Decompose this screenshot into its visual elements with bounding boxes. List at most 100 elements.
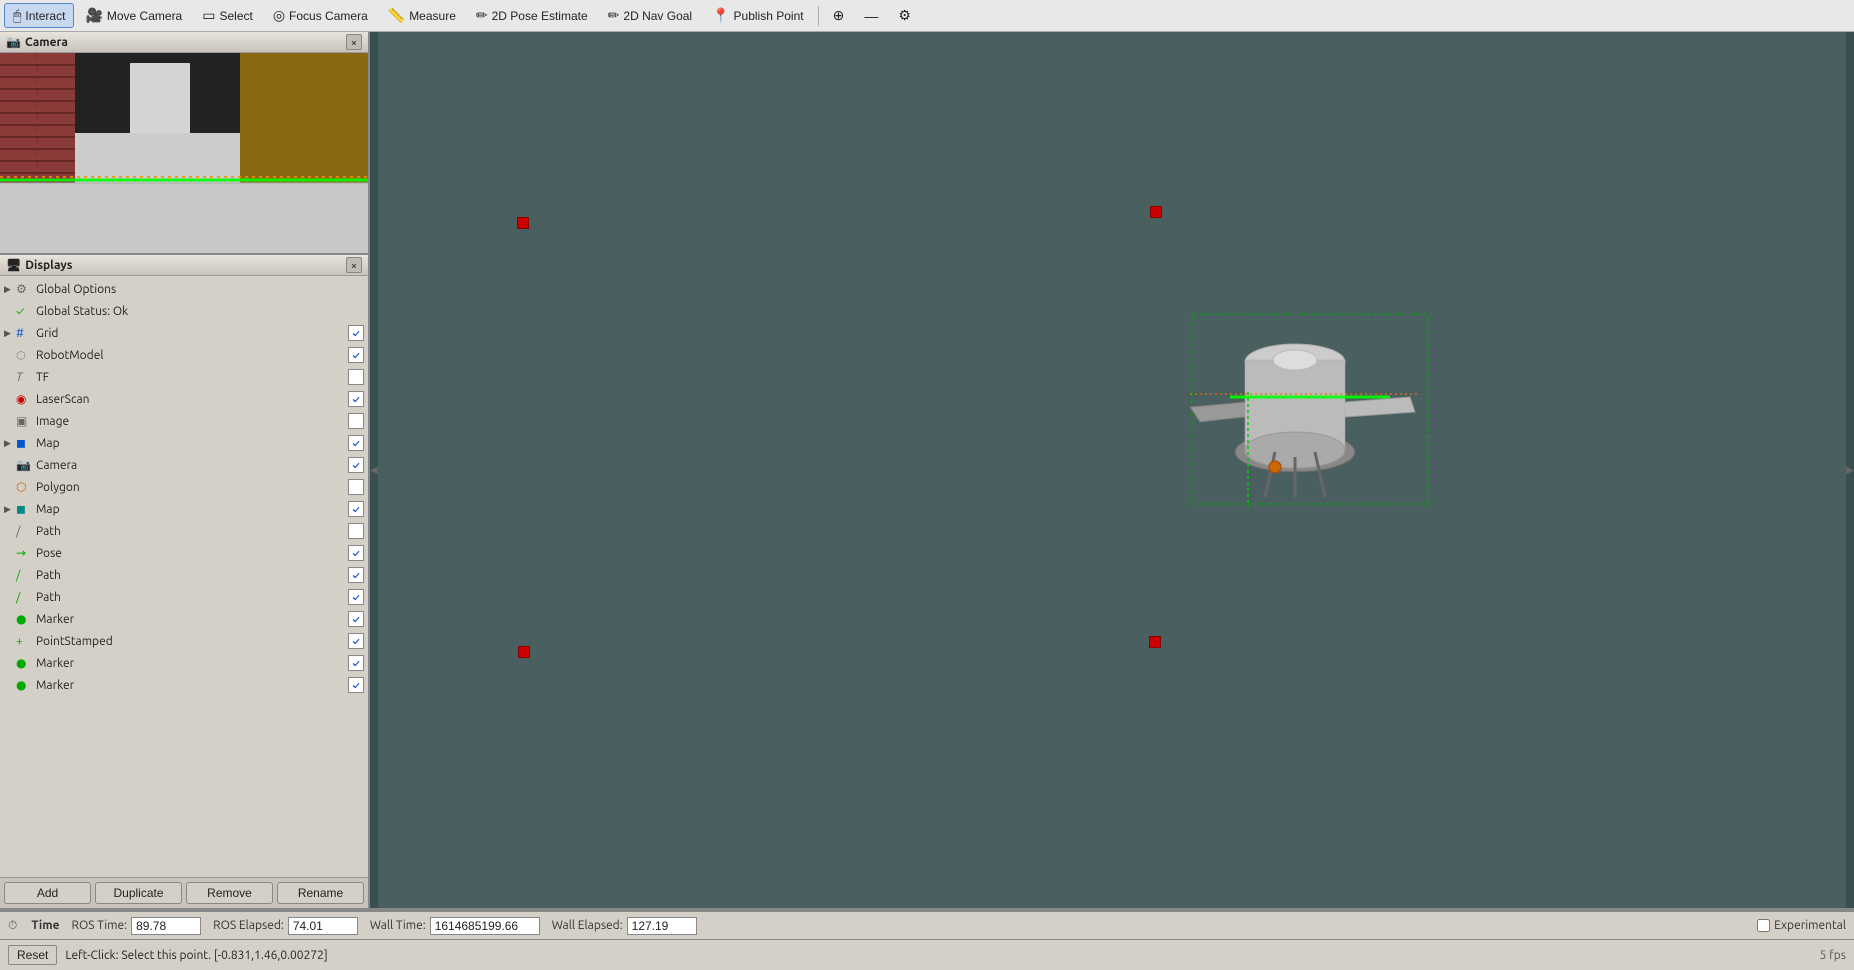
right-resize-handle[interactable]: ▶ bbox=[1846, 32, 1854, 908]
camera-display-checkbox[interactable] bbox=[348, 457, 364, 473]
display-item-global-options[interactable]: ▶ ⚙ Global Options bbox=[0, 278, 368, 300]
move-camera-button[interactable]: 🎥 Move Camera bbox=[76, 3, 191, 28]
left-resize-handle[interactable]: ◀ bbox=[370, 32, 378, 908]
time-panel-title: Time bbox=[31, 919, 59, 932]
select-button[interactable]: ▭ Select bbox=[193, 3, 262, 28]
align-button[interactable]: ⊕ bbox=[824, 3, 854, 28]
expand-arrow-laserscan bbox=[4, 394, 16, 404]
wall-elapsed-group: Wall Elapsed: bbox=[552, 917, 697, 935]
displays-list[interactable]: ▶ ⚙ Global Options ✓ Global Status: Ok ▶… bbox=[0, 276, 368, 877]
displays-close-button[interactable]: × bbox=[346, 257, 362, 273]
display-item-image[interactable]: ▣ Image bbox=[0, 410, 368, 432]
map1-checkbox[interactable] bbox=[348, 435, 364, 451]
display-item-polygon[interactable]: ⬡ Polygon bbox=[0, 476, 368, 498]
path2-icon: / bbox=[16, 569, 34, 582]
measure-label: Measure bbox=[409, 9, 456, 23]
publish-point-button[interactable]: 📍 Publish Point bbox=[703, 3, 812, 28]
display-item-path3[interactable]: / Path bbox=[0, 586, 368, 608]
display-item-path1[interactable]: / Path bbox=[0, 520, 368, 542]
pointstamped-checkbox[interactable] bbox=[348, 633, 364, 649]
duplicate-button[interactable]: Duplicate bbox=[95, 882, 182, 904]
red-marker-3 bbox=[518, 646, 530, 658]
pose-checkbox[interactable] bbox=[348, 545, 364, 561]
expand-arrow-tf bbox=[4, 372, 16, 382]
ros-elapsed-group: ROS Elapsed: bbox=[213, 917, 358, 935]
laserscan-icon: ◉ bbox=[16, 392, 34, 406]
expand-arrow-marker2 bbox=[4, 658, 16, 668]
display-item-global-status[interactable]: ✓ Global Status: Ok bbox=[0, 300, 368, 322]
camera-panel: 📷 Camera × bbox=[0, 32, 368, 255]
wall-time-value[interactable] bbox=[430, 917, 540, 935]
display-item-pose[interactable]: → Pose bbox=[0, 542, 368, 564]
expand-arrow-path3 bbox=[4, 592, 16, 602]
path2-checkbox[interactable] bbox=[348, 567, 364, 583]
ros-time-group: ROS Time: bbox=[72, 917, 202, 935]
viewport[interactable]: ◀ ▶ bbox=[370, 32, 1854, 908]
expand-arrow-path1 bbox=[4, 526, 16, 536]
image-checkbox[interactable] bbox=[348, 413, 364, 429]
display-item-laserscan[interactable]: ◉ LaserScan bbox=[0, 388, 368, 410]
displays-buttons: Add Duplicate Remove Rename bbox=[0, 877, 368, 908]
grid-checkbox[interactable] bbox=[348, 325, 364, 341]
map2-checkbox[interactable] bbox=[348, 501, 364, 517]
marker1-checkbox[interactable] bbox=[348, 611, 364, 627]
red-marker-1 bbox=[517, 217, 529, 229]
robotmodel-checkbox[interactable] bbox=[348, 347, 364, 363]
nav-goal-icon: ✏ bbox=[608, 7, 620, 24]
minus-button[interactable]: — bbox=[855, 4, 887, 28]
expand-arrow-grid: ▶ bbox=[4, 328, 16, 339]
laserscan-checkbox[interactable] bbox=[348, 391, 364, 407]
polygon-checkbox[interactable] bbox=[348, 479, 364, 495]
focus-camera-label: Focus Camera bbox=[289, 9, 368, 23]
display-item-marker3[interactable]: ● Marker bbox=[0, 674, 368, 696]
measure-icon: 📏 bbox=[388, 7, 405, 24]
red-marker-2 bbox=[1150, 206, 1162, 218]
tf-checkbox[interactable] bbox=[348, 369, 364, 385]
expand-arrow-marker3 bbox=[4, 680, 16, 690]
path1-checkbox[interactable] bbox=[348, 523, 364, 539]
pointstamped-label: PointStamped bbox=[36, 635, 348, 648]
measure-button[interactable]: 📏 Measure bbox=[379, 3, 465, 28]
display-item-tf[interactable]: T TF bbox=[0, 366, 368, 388]
tf-icon: T bbox=[16, 371, 34, 384]
display-item-robotmodel[interactable]: ⬡ RobotModel bbox=[0, 344, 368, 366]
ros-elapsed-value[interactable] bbox=[288, 917, 358, 935]
toolbar-separator-1 bbox=[818, 6, 819, 26]
experimental-checkbox[interactable] bbox=[1757, 919, 1770, 932]
path3-checkbox[interactable] bbox=[348, 589, 364, 605]
pose-icon: → bbox=[16, 546, 34, 560]
wall-elapsed-value[interactable] bbox=[627, 917, 697, 935]
remove-button[interactable]: Remove bbox=[186, 882, 273, 904]
pose-label: Pose bbox=[36, 547, 348, 560]
expand-arrow-camera bbox=[4, 460, 16, 470]
display-item-path2[interactable]: / Path bbox=[0, 564, 368, 586]
settings-button[interactable]: ⚙ bbox=[889, 3, 920, 28]
time-panel: ⏱ Time ROS Time: ROS Elapsed: Wall Time:… bbox=[0, 910, 1854, 939]
left-panel: 📷 Camera × bbox=[0, 32, 370, 908]
nav-goal-button[interactable]: ✏ 2D Nav Goal bbox=[599, 3, 701, 28]
reset-button[interactable]: Reset bbox=[8, 945, 57, 965]
path1-icon: / bbox=[16, 525, 34, 538]
marker1-icon: ● bbox=[16, 612, 34, 626]
image-icon: ▣ bbox=[16, 414, 34, 428]
add-button[interactable]: Add bbox=[4, 882, 91, 904]
status-message: Left-Click: Select this point. [-0.831,1… bbox=[65, 949, 327, 962]
interact-button[interactable]: 🖱 Interact bbox=[4, 3, 74, 28]
wall-elapsed-label: Wall Elapsed: bbox=[552, 919, 623, 932]
marker3-checkbox[interactable] bbox=[348, 677, 364, 693]
camera-close-button[interactable]: × bbox=[346, 34, 362, 50]
display-item-marker2[interactable]: ● Marker bbox=[0, 652, 368, 674]
marker3-icon: ● bbox=[16, 678, 34, 692]
marker2-checkbox[interactable] bbox=[348, 655, 364, 671]
display-item-marker1[interactable]: ● Marker bbox=[0, 608, 368, 630]
ros-time-value[interactable] bbox=[131, 917, 201, 935]
experimental-group: Experimental bbox=[1757, 919, 1846, 932]
display-item-pointstamped[interactable]: + PointStamped bbox=[0, 630, 368, 652]
display-item-grid[interactable]: ▶ # Grid bbox=[0, 322, 368, 344]
display-item-map2[interactable]: ▶ ◼ Map bbox=[0, 498, 368, 520]
display-item-map1[interactable]: ▶ ◼ Map bbox=[0, 432, 368, 454]
rename-button[interactable]: Rename bbox=[277, 882, 364, 904]
focus-camera-button[interactable]: ◎ Focus Camera bbox=[264, 3, 377, 28]
display-item-camera[interactable]: 📷 Camera bbox=[0, 454, 368, 476]
pose-estimate-button[interactable]: ✏ 2D Pose Estimate bbox=[467, 3, 597, 28]
